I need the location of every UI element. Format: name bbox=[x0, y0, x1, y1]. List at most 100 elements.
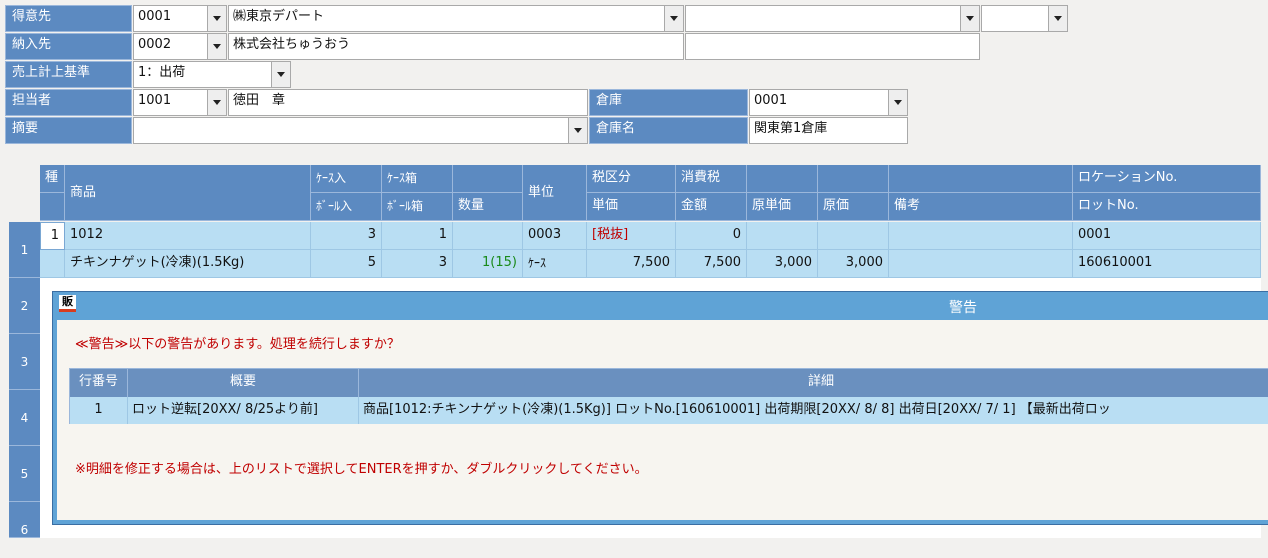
row1-location[interactable]: 0001 bbox=[1073, 222, 1261, 250]
customer-name-value: ㈱東京デパート bbox=[233, 9, 325, 24]
row1-blank1[interactable] bbox=[453, 222, 523, 250]
col-header-unit: 単位 bbox=[523, 165, 587, 221]
row-number-3[interactable]: 3 bbox=[9, 334, 40, 390]
col-header-type: 種 bbox=[40, 165, 65, 193]
delivery-name-field[interactable]: 株式会社ちゅうおう bbox=[228, 33, 684, 60]
col-header-case-qty: ｹｰｽ入 bbox=[311, 165, 382, 193]
chevron-down-icon[interactable] bbox=[568, 118, 587, 143]
row1-ball-qty[interactable]: 5 bbox=[311, 250, 382, 278]
warehouse-name-field[interactable]: 関東第1倉庫 bbox=[749, 117, 908, 144]
warning-row-summary[interactable]: ロット逆転[20XX/ 8/25より前] bbox=[128, 397, 359, 424]
col-header-cost-unit: 原単価 bbox=[747, 193, 818, 221]
warehouse-code-value: 0001 bbox=[754, 93, 788, 108]
row1-ball-box[interactable]: 3 bbox=[382, 250, 453, 278]
customer-code-value: 0001 bbox=[138, 9, 172, 24]
chevron-down-icon[interactable] bbox=[207, 34, 226, 59]
row1-tax-type[interactable]: [税抜] bbox=[587, 222, 676, 250]
chevron-down-icon[interactable] bbox=[271, 62, 290, 87]
memo-label: 摘要 bbox=[5, 117, 132, 144]
warehouse-code-select[interactable]: 0001 bbox=[749, 89, 908, 116]
warehouse-label: 倉庫 bbox=[589, 89, 748, 116]
sales-basis-value: 1：出荷 bbox=[138, 65, 186, 80]
col-header-remarks: 備考 bbox=[889, 193, 1073, 221]
chevron-down-icon[interactable] bbox=[1048, 6, 1067, 31]
warning-col-detail: 詳細 bbox=[359, 369, 1268, 397]
chevron-down-icon[interactable] bbox=[207, 6, 226, 31]
col-header-blank4 bbox=[889, 165, 1073, 193]
staff-name-field[interactable]: 徳田 章 bbox=[228, 89, 588, 116]
row1-lot[interactable]: 160610001 bbox=[1073, 250, 1261, 278]
row-number-5[interactable]: 5 bbox=[9, 446, 40, 502]
delivery-code-value: 0002 bbox=[138, 37, 172, 52]
row1-remarks[interactable] bbox=[889, 250, 1073, 278]
row-number-6[interactable]: 6 bbox=[9, 502, 40, 538]
row1-product-name[interactable]: チキンナゲット(冷凍)(1.5Kg) bbox=[65, 250, 311, 278]
col-header-location: ロケーションNo. bbox=[1073, 165, 1261, 193]
customer-extra2-select[interactable] bbox=[981, 5, 1068, 32]
customer-code-select[interactable]: 0001 bbox=[133, 5, 227, 32]
warning-list[interactable]: 行番号 概要 詳細 1 ロット逆転[20XX/ 8/25より前] 商品[1012… bbox=[69, 368, 1268, 424]
row1-cost-unit[interactable]: 3,000 bbox=[747, 250, 818, 278]
row1-type-input[interactable]: 1 bbox=[40, 222, 65, 250]
col-header-unit-price: 単価 bbox=[587, 193, 676, 221]
row1-unit[interactable]: ｹｰｽ bbox=[523, 250, 587, 278]
row1-blank3[interactable] bbox=[818, 222, 889, 250]
delivery-extra-field[interactable] bbox=[685, 33, 980, 60]
app-icon: 販 bbox=[59, 295, 76, 312]
row1-blank2[interactable] bbox=[747, 222, 818, 250]
col-header-case-box: ｹｰｽ箱 bbox=[382, 165, 453, 193]
row1-product-code[interactable]: 1012 bbox=[65, 222, 311, 250]
sales-basis-label: 売上計上基準 bbox=[5, 61, 132, 88]
warning-message: ≪警告≫以下の警告があります。処理を続行しますか？ bbox=[75, 337, 400, 352]
staff-label: 担当者 bbox=[5, 89, 132, 116]
warning-col-no: 行番号 bbox=[70, 369, 128, 397]
col-header-type-sub bbox=[40, 193, 65, 221]
row-number-2[interactable]: 2 bbox=[9, 278, 40, 334]
staff-code-value: 1001 bbox=[138, 93, 172, 108]
col-header-blank3 bbox=[818, 165, 889, 193]
customer-extra-select[interactable] bbox=[685, 5, 980, 32]
row1-unit-price[interactable]: 7,500 bbox=[587, 250, 676, 278]
row1-blank4[interactable] bbox=[889, 222, 1073, 250]
dialog-title-bar[interactable]: 販 警告 bbox=[53, 292, 1268, 320]
warehouse-name-label: 倉庫名 bbox=[589, 117, 748, 144]
warning-dialog: 販 警告 ≪警告≫以下の警告があります。処理を続行しますか？ 行番号 概要 詳細… bbox=[52, 291, 1268, 525]
col-header-blank2 bbox=[747, 165, 818, 193]
col-header-ball-qty: ﾎﾞｰﾙ入 bbox=[311, 193, 382, 221]
col-header-ball-box: ﾎﾞｰﾙ箱 bbox=[382, 193, 453, 221]
customer-label: 得意先 bbox=[5, 5, 132, 32]
memo-select[interactable] bbox=[133, 117, 588, 144]
delivery-code-select[interactable]: 0002 bbox=[133, 33, 227, 60]
col-header-product: 商品 bbox=[65, 165, 311, 221]
row1-case-box[interactable]: 1 bbox=[382, 222, 453, 250]
warning-row-detail[interactable]: 商品[1012:チキンナゲット(冷凍)(1.5Kg)] ロットNo.[16061… bbox=[359, 397, 1268, 424]
row1-type-sub[interactable] bbox=[40, 250, 65, 278]
chevron-down-icon[interactable] bbox=[888, 90, 907, 115]
warning-row-no[interactable]: 1 bbox=[70, 397, 128, 424]
customer-name-select[interactable]: ㈱東京デパート bbox=[228, 5, 684, 32]
chevron-down-icon[interactable] bbox=[664, 6, 683, 31]
row1-tax[interactable]: 0 bbox=[676, 222, 747, 250]
col-header-amount: 金額 bbox=[676, 193, 747, 221]
col-header-cost: 原価 bbox=[818, 193, 889, 221]
sales-basis-select[interactable]: 1：出荷 bbox=[133, 61, 291, 88]
row1-quantity[interactable]: 1(15) bbox=[453, 250, 523, 278]
chevron-down-icon[interactable] bbox=[960, 6, 979, 31]
col-header-tax-type: 税区分 bbox=[587, 165, 676, 193]
row-number-1[interactable]: 1 bbox=[9, 222, 40, 278]
row1-case-qty[interactable]: 3 bbox=[311, 222, 382, 250]
instruction-text: ※明細を修正する場合は、上のリストで選択してENTERを押すか、ダブルクリックし… bbox=[75, 462, 648, 477]
staff-code-select[interactable]: 1001 bbox=[133, 89, 227, 116]
dialog-body: ≪警告≫以下の警告があります。処理を続行しますか？ 行番号 概要 詳細 1 ロッ… bbox=[57, 320, 1268, 520]
row1-unit-code[interactable]: 0003 bbox=[523, 222, 587, 250]
row1-amount[interactable]: 7,500 bbox=[676, 250, 747, 278]
delivery-label: 納入先 bbox=[5, 33, 132, 60]
col-header-lot: ロットNo. bbox=[1073, 193, 1261, 221]
dialog-title: 警告 bbox=[949, 300, 977, 316]
col-header-quantity: 数量 bbox=[453, 193, 523, 221]
warning-col-summary: 概要 bbox=[128, 369, 359, 397]
row1-cost[interactable]: 3,000 bbox=[818, 250, 889, 278]
chevron-down-icon[interactable] bbox=[207, 90, 226, 115]
row-number-4[interactable]: 4 bbox=[9, 390, 40, 446]
col-header-tax: 消費税 bbox=[676, 165, 747, 193]
